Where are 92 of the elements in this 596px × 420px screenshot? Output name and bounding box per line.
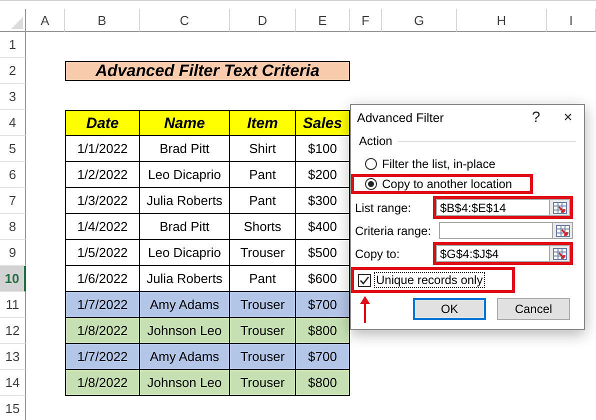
table-cell: $700 (296, 292, 350, 318)
table-header: Name (140, 110, 230, 136)
table-header: Date (65, 110, 140, 136)
dialog-button[interactable]: OK (413, 298, 486, 320)
range-field[interactable]: $B$4:$E$14 (436, 199, 550, 216)
row-header[interactable]: 15 (0, 396, 26, 420)
table-cell: Pant (230, 162, 296, 188)
dialog-title: Advanced Filter (357, 110, 445, 124)
row-header[interactable]: 8 (0, 214, 26, 240)
table-cell: Amy Adams (140, 344, 230, 370)
table-cell: Johnson Leo (140, 318, 230, 344)
table-cell: Amy Adams (140, 292, 230, 318)
table-cell: Brad Pitt (140, 214, 230, 240)
column-header[interactable]: C (140, 9, 230, 32)
field-label: Criteria range: (355, 224, 432, 238)
table-cell: $800 (296, 370, 350, 396)
row-header[interactable]: 7 (0, 188, 26, 214)
range-select-icon (552, 248, 566, 260)
field-label: List range: (355, 200, 412, 214)
table-cell: 1/4/2022 (65, 214, 140, 240)
field-label: Copy to: (355, 246, 401, 260)
table-cell: $200 (296, 162, 350, 188)
table-cell: Shorts (230, 214, 296, 240)
table-cell: $500 (296, 240, 350, 266)
row-header[interactable]: 6 (0, 162, 26, 188)
row-header[interactable]: 1 (0, 32, 26, 58)
table-cell: Johnson Leo (140, 370, 230, 396)
table-header: Sales (296, 110, 350, 136)
column-header[interactable]: G (382, 9, 457, 32)
range-select-icon (556, 224, 570, 236)
table-cell: $700 (296, 344, 350, 370)
close-button[interactable]: × (552, 106, 584, 128)
row-header[interactable]: 10 (0, 266, 26, 292)
table-cell: 1/8/2022 (65, 370, 140, 396)
table-cell: Brad Pitt (140, 136, 230, 162)
table-cell: 1/7/2022 (65, 344, 140, 370)
column-header[interactable]: B (65, 9, 140, 32)
range-field[interactable]: $G$4:$J$4 (436, 245, 550, 262)
dialog-button[interactable]: Cancel (497, 298, 570, 320)
range-picker-button[interactable] (553, 222, 573, 239)
table-cell: 1/5/2022 (65, 240, 140, 266)
table-cell: 1/1/2022 (65, 136, 140, 162)
table-cell: Leo Dicaprio (140, 162, 230, 188)
sheet-title: Advanced Filter Text Criteria (65, 61, 350, 81)
group-label: Action (359, 134, 392, 148)
column-header[interactable]: D (230, 9, 296, 32)
column-header[interactable]: A (26, 9, 65, 32)
checkbox[interactable] (358, 274, 371, 286)
radio-button[interactable] (365, 178, 377, 190)
range-picker-button[interactable] (550, 245, 570, 262)
row-header[interactable]: 11 (0, 292, 26, 318)
table-cell: Leo Dicaprio (140, 240, 230, 266)
radio-label[interactable]: Filter the list, in-place (382, 157, 496, 171)
row-header[interactable]: 12 (0, 318, 26, 344)
table-cell: Pant (230, 266, 296, 292)
checkbox-label[interactable]: Unique records only (375, 273, 484, 287)
table-cell: 1/8/2022 (65, 318, 140, 344)
help-button[interactable]: ? (520, 106, 552, 128)
range-field[interactable] (439, 222, 553, 239)
table-cell: 1/7/2022 (65, 292, 140, 318)
row-header[interactable]: 5 (0, 136, 26, 162)
table-cell: 1/3/2022 (65, 188, 140, 214)
table-cell: $300 (296, 188, 350, 214)
table-cell: Trouser (230, 292, 296, 318)
column-header[interactable]: F (350, 9, 382, 32)
table-cell: Trouser (230, 344, 296, 370)
range-select-icon (552, 202, 566, 214)
table-cell: 1/6/2022 (65, 266, 140, 292)
table-cell: Trouser (230, 240, 296, 266)
column-header[interactable]: E (296, 9, 350, 32)
table-cell: 1/2/2022 (65, 162, 140, 188)
column-header[interactable]: H (457, 9, 547, 32)
row-header[interactable]: 3 (0, 84, 26, 110)
table-cell: $600 (296, 266, 350, 292)
radio-label[interactable]: Copy to another location (382, 177, 512, 191)
table-cell: Shirt (230, 136, 296, 162)
column-header[interactable]: I (547, 9, 596, 32)
table-header: Item (230, 110, 296, 136)
radio-button[interactable] (365, 158, 377, 170)
table-cell: $800 (296, 318, 350, 344)
table-cell: $100 (296, 136, 350, 162)
row-header[interactable]: 4 (0, 110, 26, 136)
row-header[interactable]: 14 (0, 370, 26, 396)
table-cell: Trouser (230, 318, 296, 344)
table-cell: Trouser (230, 370, 296, 396)
row-header[interactable]: 13 (0, 344, 26, 370)
table-cell: Julia Roberts (140, 188, 230, 214)
table-cell: Pant (230, 188, 296, 214)
table-cell: Julia Roberts (140, 266, 230, 292)
range-picker-button[interactable] (550, 199, 570, 216)
row-header[interactable]: 2 (0, 58, 26, 84)
table-cell: $400 (296, 214, 350, 240)
